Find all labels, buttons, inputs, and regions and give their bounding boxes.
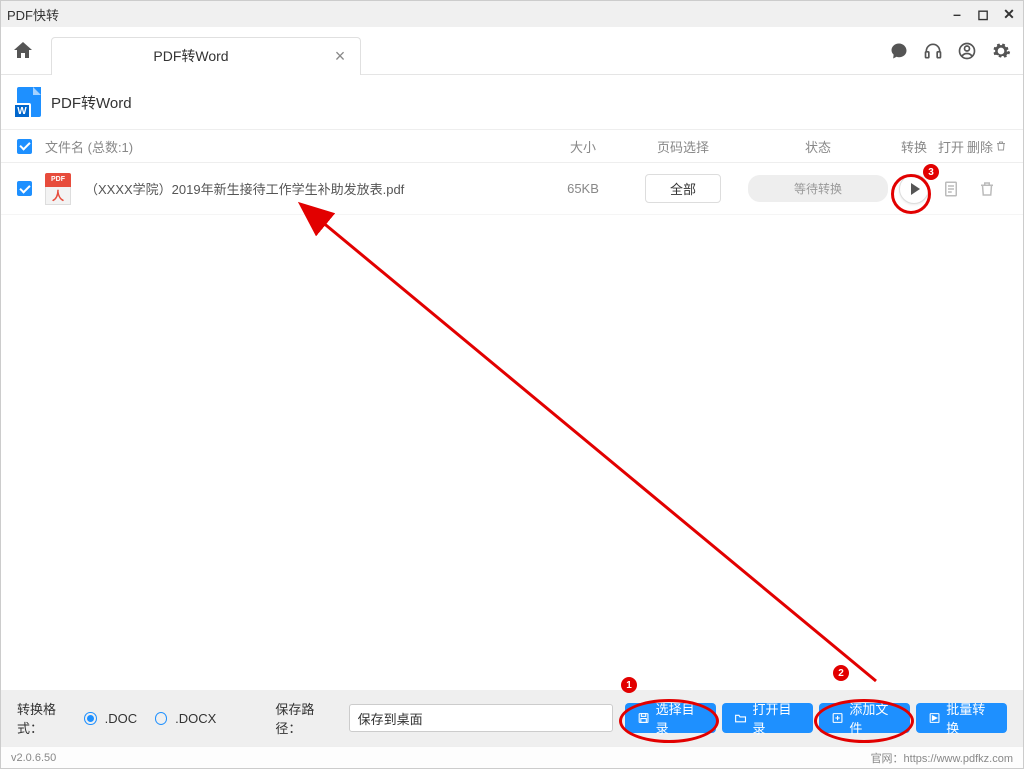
close-window-button[interactable]: ✕: [1001, 6, 1017, 22]
batch-icon: [928, 711, 941, 725]
row-checkbox[interactable]: [17, 181, 32, 196]
save-icon: [637, 711, 650, 725]
choose-dir-button[interactable]: 选择目录: [625, 703, 716, 733]
page-title: PDF转Word: [51, 92, 132, 113]
format-label: 转换格式：: [17, 699, 78, 737]
filename-text: （XXXX学院）2019年新生接待工作学生补助发放表.pdf: [85, 179, 404, 198]
home-icon[interactable]: [1, 27, 45, 75]
col-pages: 页码选择: [623, 137, 743, 156]
user-icon[interactable]: [953, 37, 981, 65]
chat-icon[interactable]: [885, 37, 913, 65]
trash-icon[interactable]: [995, 140, 1007, 152]
minimize-button[interactable]: –: [949, 6, 965, 22]
status-line: v2.0.6.50 官网：https://www.pdfkz.com: [1, 746, 1023, 768]
select-all-checkbox[interactable]: [17, 139, 32, 154]
open-dir-button[interactable]: 打开目录: [722, 703, 813, 733]
radio-doc-label: .DOC: [105, 711, 138, 726]
pdf-to-word-icon: W: [17, 87, 41, 117]
radio-docx[interactable]: [155, 712, 167, 725]
file-size: 65KB: [543, 181, 623, 196]
save-path-label: 保存路径：: [275, 699, 336, 737]
col-filename: 文件名 (总数:1): [45, 137, 543, 156]
save-path-input[interactable]: [349, 704, 614, 732]
folder-icon: [734, 711, 747, 725]
radio-docx-label: .DOCX: [175, 711, 216, 726]
page-heading: W PDF转Word: [1, 75, 1023, 129]
col-status: 状态: [743, 137, 893, 156]
app-title: PDF快转: [7, 5, 949, 24]
radio-doc[interactable]: [84, 712, 96, 725]
pdf-file-icon: PDF 人: [45, 173, 71, 205]
website-link[interactable]: 官网：https://www.pdfkz.com: [871, 750, 1013, 766]
headset-icon[interactable]: [919, 37, 947, 65]
add-file-button[interactable]: 添加文件: [819, 703, 910, 733]
version-text: v2.0.6.50: [11, 752, 56, 764]
file-area: [1, 215, 1023, 690]
plus-icon: [831, 711, 844, 725]
batch-convert-button[interactable]: 批量转换: [916, 703, 1007, 733]
convert-play-button[interactable]: [899, 174, 929, 204]
open-file-button[interactable]: [938, 176, 964, 202]
col-size: 大小: [543, 137, 623, 156]
maximize-button[interactable]: ◻: [975, 6, 991, 22]
col-open: 打开: [935, 137, 967, 156]
titlebar: PDF快转 – ◻ ✕: [1, 1, 1023, 27]
page-select-button[interactable]: 全部: [645, 174, 721, 203]
tab-label: PDF转Word: [52, 46, 330, 66]
tabbar: PDF转Word ×: [1, 27, 1023, 75]
tab-pdf-to-word[interactable]: PDF转Word ×: [51, 37, 361, 75]
bottom-bar: 转换格式： .DOC .DOCX 保存路径： 选择目录 打开目录 添加文件 批量…: [1, 690, 1023, 746]
status-badge: 等待转换: [748, 175, 888, 202]
tab-close-icon[interactable]: ×: [330, 46, 350, 67]
col-delete: 删除: [967, 137, 1007, 156]
play-icon: [911, 183, 920, 195]
gear-icon[interactable]: [987, 37, 1015, 65]
delete-row-button[interactable]: [974, 176, 1000, 202]
file-row: PDF 人 （XXXX学院）2019年新生接待工作学生补助发放表.pdf 65K…: [1, 163, 1023, 215]
list-header: 文件名 (总数:1) 大小 页码选择 状态 转换 打开 删除: [1, 129, 1023, 163]
col-convert: 转换: [893, 137, 935, 156]
